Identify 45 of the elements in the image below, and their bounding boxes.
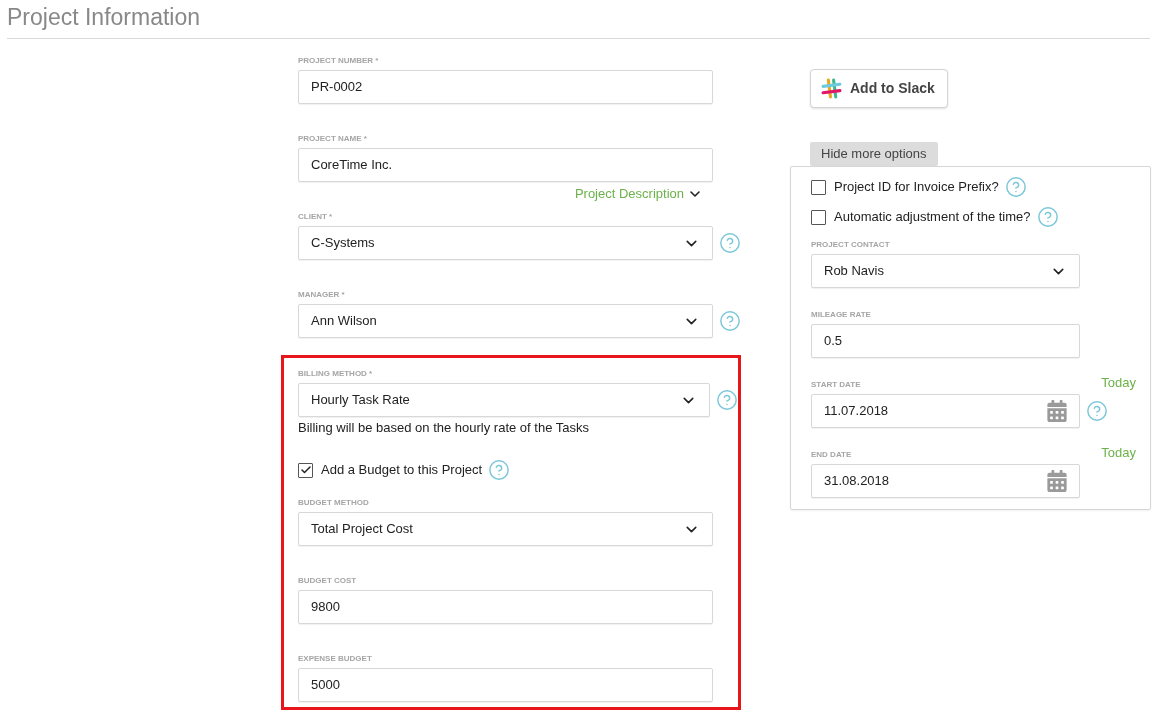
billing-note: Billing will be based on the hourly rate of the Tasks [298,420,590,436]
calendar-icon[interactable] [1047,400,1067,422]
date-field[interactable]: 31.08.2018 [811,464,1080,498]
help-icon[interactable] [1036,206,1059,228]
input-field[interactable]: PR-0002 [298,70,713,104]
hide-options-button[interactable]: Hide more options [810,142,938,166]
select-field[interactable]: Rob Navis [811,254,1080,288]
help-icon[interactable] [719,310,741,332]
date-field[interactable]: 11.07.2018 [811,394,1080,428]
select-field[interactable]: Ann Wilson [298,304,713,338]
field-label: START DATE [811,381,861,389]
field-label: PROJECT NAME * [298,135,367,143]
field-label: BILLING METHOD * [298,370,373,378]
field-label: PROJECT NUMBER * [298,57,379,65]
select-field[interactable]: C-Systems [298,226,713,260]
input-field[interactable]: 5000 [298,668,713,702]
checkbox-label: Add a Budget to this Project [321,461,483,480]
input-field[interactable]: 0.5 [811,324,1080,358]
calendar-icon[interactable] [1047,470,1067,492]
checkbox[interactable] [811,179,826,195]
help-icon[interactable] [716,389,738,411]
field-label: EXPENSE BUDGET [298,655,372,663]
slack-logo-icon [821,78,842,99]
field-label: END DATE [811,451,852,459]
field-label: MANAGER * [298,291,345,299]
input-field[interactable]: CoreTime Inc. [298,148,713,182]
help-icon[interactable] [719,232,741,254]
select-field[interactable]: Total Project Cost [298,512,713,546]
checkbox-label: Project ID for Invoice Prefix? [834,178,999,197]
check-icon [299,464,312,476]
field-label: PROJECT CONTACT [811,241,890,249]
field-label: BUDGET COST [298,577,357,585]
help-icon[interactable] [1004,176,1027,198]
checkbox[interactable] [811,209,826,225]
help-icon[interactable] [488,459,511,481]
checkbox-label: Automatic adjustment of the time? [834,208,1031,227]
input-field[interactable]: 9800 [298,590,713,624]
field-label: BUDGET METHOD [298,499,369,507]
select-field[interactable]: Hourly Task Rate [298,383,710,417]
field-label: CLIENT * [298,213,333,221]
help-icon[interactable] [1086,400,1108,422]
field-label: MILEAGE RATE [811,311,871,319]
checkbox[interactable] [298,462,313,478]
add-to-slack-button[interactable]: Add to Slack [810,69,948,108]
page-title: Project Information [7,3,202,32]
